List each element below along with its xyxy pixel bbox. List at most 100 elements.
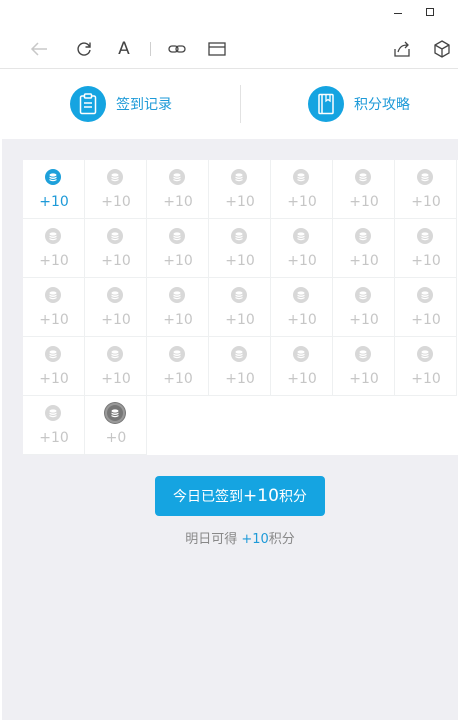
refresh-icon	[77, 42, 91, 56]
checkin-day-points: +10	[39, 194, 69, 210]
checkin-day-cell: +10	[395, 160, 457, 219]
checkin-day-points: +10	[349, 194, 379, 210]
checkin-day-points: +10	[349, 253, 379, 269]
coin-icon	[107, 346, 123, 362]
book-icon	[308, 86, 344, 122]
coin-icon	[293, 169, 309, 185]
coin-icon	[355, 169, 371, 185]
refresh-button[interactable]	[73, 38, 95, 60]
checkin-day-cell: +10	[209, 160, 271, 219]
checkin-day-cell: +10	[395, 337, 457, 396]
checkin-day-cell: +10	[333, 219, 395, 278]
checkin-day-points: +10	[287, 194, 317, 210]
coin-icon	[45, 346, 61, 362]
link-button[interactable]	[166, 38, 188, 60]
checkin-day-points: +10	[101, 253, 131, 269]
checkin-day-points: +10	[225, 312, 255, 328]
checkin-day-cell: +10	[333, 160, 395, 219]
back-button[interactable]	[28, 38, 50, 60]
coin-icon	[169, 169, 185, 185]
checkin-day-points: +10	[39, 430, 69, 446]
checkin-day-cell: +10	[333, 337, 395, 396]
share-button[interactable]	[391, 38, 413, 60]
checkin-day-points: +10	[163, 194, 193, 210]
checkin-day-cell: +10	[23, 160, 85, 219]
checkin-day-points: +10	[349, 371, 379, 387]
package-icon	[434, 40, 450, 58]
checkin-day-cell: +10	[271, 160, 333, 219]
share-icon	[394, 41, 410, 57]
window-titlebar	[0, 0, 458, 28]
checkin-record-label: 签到记录	[116, 97, 172, 113]
checkin-day-cell: +0	[85, 396, 147, 455]
checkin-day-cell: +10	[147, 160, 209, 219]
coin-icon	[231, 346, 247, 362]
checkin-day-cell: +10	[23, 396, 85, 455]
coin-icon	[293, 228, 309, 244]
checkin-day-cell: +10	[85, 219, 147, 278]
coin-icon	[417, 169, 433, 185]
coin-icon	[355, 287, 371, 303]
coin-icon	[417, 228, 433, 244]
checkin-day-points: +10	[101, 194, 131, 210]
checkin-button-prefix: 今日已签到	[173, 489, 244, 505]
checkin-button-suffix: 积分	[278, 489, 307, 505]
checkin-day-points: +10	[163, 253, 193, 269]
checkin-day-cell: +10	[23, 219, 85, 278]
minimize-button[interactable]	[380, 0, 416, 24]
checkin-day-cell: +10	[209, 278, 271, 337]
minimize-icon	[394, 12, 402, 14]
checkin-panel: +10 +10 +10 +10 +10 +10 +10 +10 +10 +10 +10 +10 +10 +…	[2, 139, 458, 720]
points-guide-label: 积分攻略	[354, 97, 410, 113]
coin-icon	[355, 228, 371, 244]
tomorrow-prefix: 明日可得	[185, 532, 238, 547]
checkin-day-points: +10	[101, 371, 131, 387]
coin-icon	[105, 403, 125, 423]
checkin-day-points: +10	[163, 371, 193, 387]
tomorrow-suffix: 积分	[268, 532, 295, 547]
checkin-day-points: +10	[411, 371, 441, 387]
coin-icon	[169, 228, 185, 244]
maximize-button[interactable]	[412, 0, 448, 24]
checkin-day-points: +10	[39, 312, 69, 328]
reader-view-icon	[208, 42, 226, 56]
nav-divider	[240, 85, 241, 123]
checkin-record-link[interactable]: 签到记录	[70, 85, 172, 123]
checkin-day-points: +10	[287, 312, 317, 328]
font-size-icon: A	[118, 39, 130, 59]
coin-icon	[293, 287, 309, 303]
coin-icon	[417, 287, 433, 303]
checkin-day-points: +10	[101, 312, 131, 328]
checkin-day-cell: +10	[271, 219, 333, 278]
checkin-day-cell: +10	[271, 337, 333, 396]
checkin-day-cell: +10	[23, 278, 85, 337]
points-guide-link[interactable]: 积分攻略	[308, 85, 410, 123]
coin-icon	[45, 405, 61, 421]
checked-in-today-button[interactable]: 今日已签到 +10 积分	[155, 476, 325, 516]
checkin-button-points: +10	[243, 486, 279, 506]
font-button[interactable]: A	[113, 38, 135, 60]
checkin-day-cell: +10	[271, 278, 333, 337]
coin-icon	[107, 287, 123, 303]
coin-icon	[293, 346, 309, 362]
coin-icon	[231, 169, 247, 185]
reader-view-button[interactable]	[206, 38, 228, 60]
package-button[interactable]	[431, 38, 453, 60]
maximize-icon	[426, 8, 434, 16]
checkin-day-points: +0	[105, 430, 127, 446]
checkin-day-points: +10	[411, 312, 441, 328]
checkin-day-points: +10	[225, 194, 255, 210]
points-nav: 签到记录 积分攻略	[0, 69, 458, 139]
checkin-day-cell: +10	[23, 337, 85, 396]
toolbar-separator	[150, 42, 151, 56]
checkin-day-cell: +10	[395, 219, 457, 278]
checkin-day-points: +10	[39, 371, 69, 387]
checkin-day-cell: +10	[147, 219, 209, 278]
checkin-day-points: +10	[39, 253, 69, 269]
coin-icon	[231, 287, 247, 303]
checkin-day-points: +10	[225, 371, 255, 387]
checkin-day-cell: +10	[85, 278, 147, 337]
tomorrow-points: +10	[241, 532, 269, 547]
coin-icon	[231, 228, 247, 244]
checkin-day-cell: +10	[147, 337, 209, 396]
